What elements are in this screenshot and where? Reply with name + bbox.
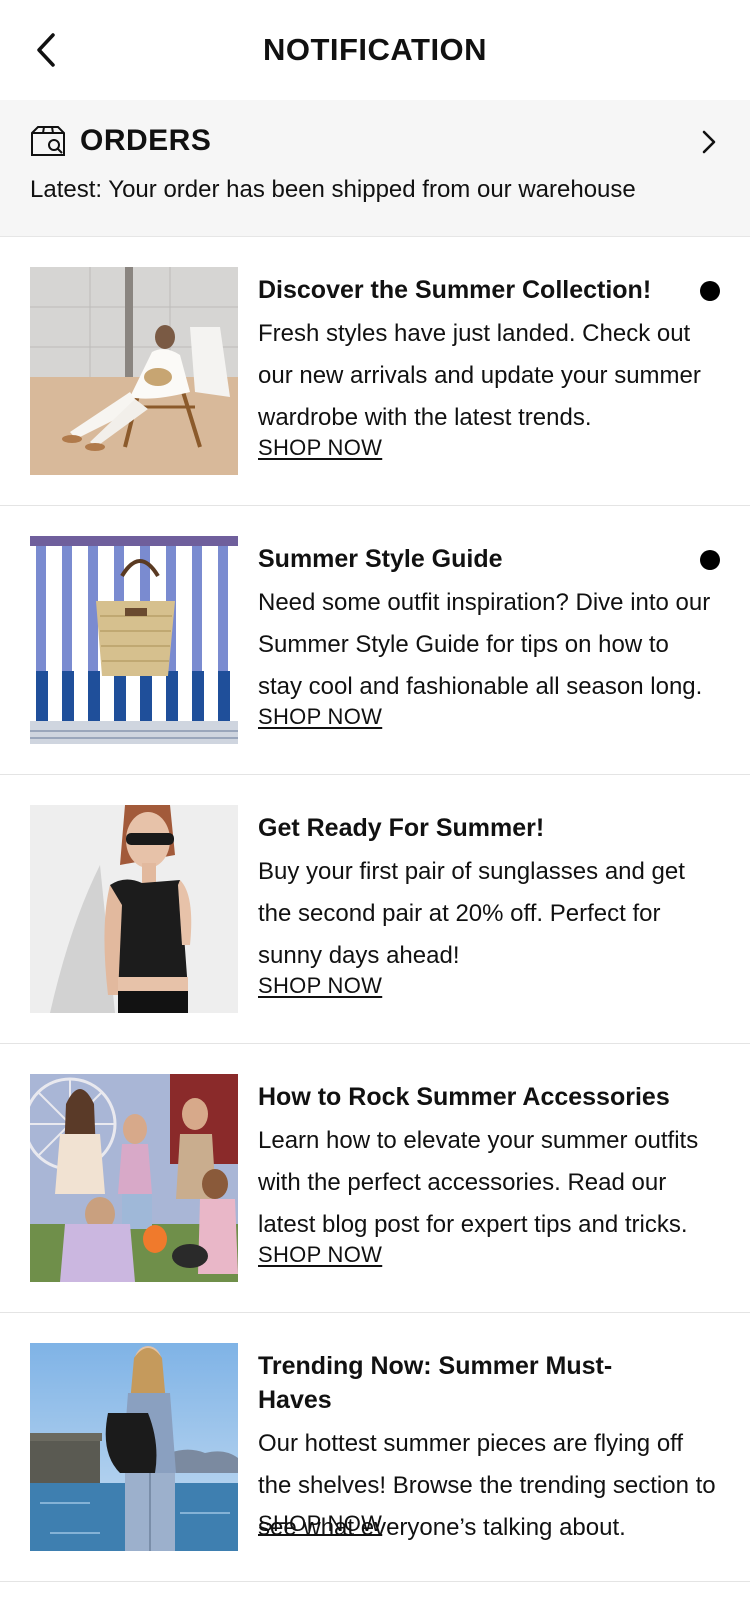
- notification-content: Discover the Summer Collection! Fresh st…: [258, 273, 718, 439]
- shop-now-link[interactable]: SHOP NOW: [258, 704, 382, 730]
- notification-image: [30, 536, 238, 744]
- orders-heading: ORDERS: [30, 124, 211, 158]
- notification-content: How to Rock Summer Accessories Learn how…: [258, 1080, 718, 1246]
- notification-body: Learn how to elevate your summer outfits…: [258, 1127, 699, 1238]
- orders-title: ORDERS: [80, 124, 212, 157]
- notification-item[interactable]: Summer Style Guide Need some outfit insp…: [0, 506, 750, 775]
- notification-body: Need some outfit inspiration? Dive into …: [258, 589, 711, 700]
- top-bar: NOTIFICATION: [0, 0, 750, 100]
- notification-item[interactable]: Discover the Summer Collection! Fresh st…: [0, 237, 750, 506]
- package-search-icon: [31, 126, 65, 156]
- shop-now-link[interactable]: SHOP NOW: [258, 1511, 382, 1537]
- notification-body: Buy your first pair of sunglasses and ge…: [258, 858, 685, 969]
- notification-title: Discover the Summer Collection!: [258, 276, 652, 304]
- notification-title: Summer Style Guide: [258, 545, 503, 573]
- unread-indicator: [700, 550, 720, 570]
- shop-now-link[interactable]: SHOP NOW: [258, 1242, 382, 1268]
- orders-banner[interactable]: ORDERS Latest: Your order has been shipp…: [0, 100, 750, 237]
- shop-now-link[interactable]: SHOP NOW: [258, 973, 382, 999]
- notification-content: Get Ready For Summer! Buy your first pai…: [258, 811, 718, 977]
- orders-latest-status: Latest: Your order has been shipped from…: [30, 176, 636, 203]
- notification-image: [30, 805, 238, 1013]
- notification-body: Fresh styles have just landed. Check out…: [258, 320, 701, 431]
- notification-image: [30, 1343, 238, 1551]
- notification-content: Summer Style Guide Need some outfit insp…: [258, 542, 718, 708]
- notification-title: How to Rock Summer Accessories: [258, 1083, 670, 1111]
- notification-item[interactable]: Get Ready For Summer! Buy your first pai…: [0, 775, 750, 1044]
- chevron-left-icon: [37, 33, 55, 67]
- notification-image: [30, 1074, 238, 1282]
- notification-title: Trending Now: Summer Must-Haves: [258, 1352, 613, 1414]
- chevron-right-icon: [702, 130, 716, 154]
- notification-item[interactable]: Trending Now: Summer Must-Haves Our hott…: [0, 1313, 750, 1582]
- notification-image: [30, 267, 238, 475]
- shop-now-link[interactable]: SHOP NOW: [258, 435, 382, 461]
- unread-indicator: [700, 281, 720, 301]
- page-title: NOTIFICATION: [262, 32, 488, 67]
- back-button[interactable]: [26, 26, 66, 74]
- orders-open-button[interactable]: [702, 130, 716, 159]
- notification-title: Get Ready For Summer!: [258, 814, 545, 842]
- notification-item[interactable]: How to Rock Summer Accessories Learn how…: [0, 1044, 750, 1313]
